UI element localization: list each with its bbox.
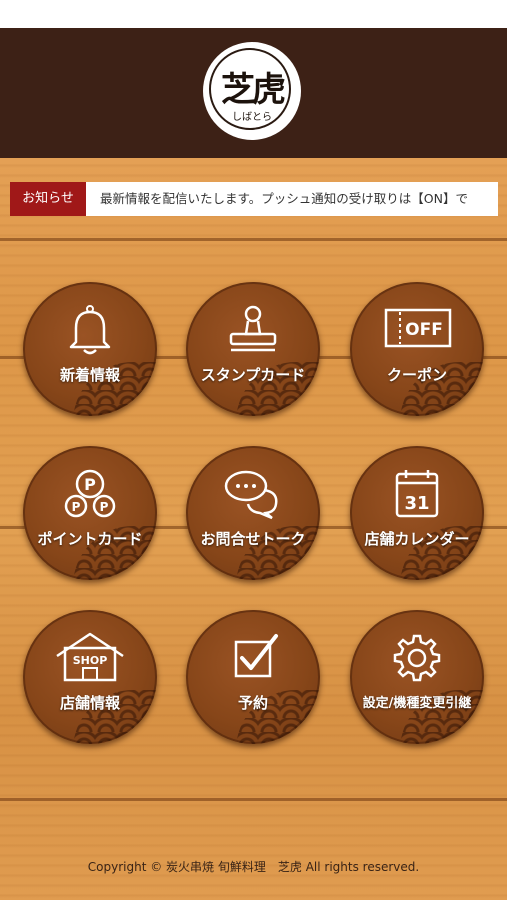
news-ticker[interactable]: お知らせ 最新情報を配信いたします。プッシュ通知の受け取りは【ON】で xyxy=(10,182,498,216)
menu-label: 店舗カレンダー xyxy=(364,530,470,548)
menu-reservation-button[interactable]: 予約 xyxy=(186,610,320,744)
menu-label: お問合せトーク xyxy=(200,530,306,548)
checkbox-icon xyxy=(234,634,278,678)
menu-label: 設定/機種変更引継 xyxy=(362,696,472,711)
menu-point-card-button[interactable]: P P P ポイントカード xyxy=(23,446,157,580)
menu-label: スタンプカード xyxy=(200,366,306,384)
plank-divider xyxy=(0,238,507,241)
menu-stamp-card-button[interactable]: スタンプカード xyxy=(186,282,320,416)
logo-sub-text: しばとら xyxy=(232,112,272,123)
coupon-icon-text: OFF xyxy=(405,320,443,340)
menu-label: クーポン xyxy=(386,366,447,384)
shop-logo: 芝虎 しばとら xyxy=(203,42,301,140)
menu-label: ポイントカード xyxy=(37,530,143,548)
gear-icon xyxy=(393,634,441,682)
menu-label: 予約 xyxy=(237,694,268,712)
calendar-icon: 31 xyxy=(395,470,439,518)
menu-inquiry-talk-button[interactable]: お問合せトーク xyxy=(186,446,320,580)
stamp-icon xyxy=(229,305,277,352)
menu-coupon-button[interactable]: OFF クーポン xyxy=(350,282,484,416)
points-icon-text: P xyxy=(84,475,96,494)
copyright-text: Copyright © 炭火串焼 旬鮮料理 芝虎 All rights rese… xyxy=(87,860,420,874)
menu-shop-info-button[interactable]: SHOP 店舗情報 xyxy=(23,610,157,744)
shop-icon-text: SHOP xyxy=(73,654,108,667)
news-tag: お知らせ xyxy=(10,182,86,216)
points-icon-text: P xyxy=(100,500,109,514)
plank-divider xyxy=(0,798,507,801)
calendar-icon-text: 31 xyxy=(404,493,429,514)
status-bar-area xyxy=(0,0,507,28)
chat-icon xyxy=(224,470,278,520)
menu-calendar-button[interactable]: 31 店舗カレンダー xyxy=(350,446,484,580)
bell-icon xyxy=(69,305,111,355)
menu-settings-button[interactable]: 設定/機種変更引継 xyxy=(350,610,484,744)
menu-label: 新着情報 xyxy=(59,366,120,384)
points-icon-text: P xyxy=(72,500,81,514)
menu-label: 店舗情報 xyxy=(59,694,120,712)
news-text: 最新情報を配信いたします。プッシュ通知の受け取りは【ON】で xyxy=(100,191,468,206)
logo-main-text: 芝虎 xyxy=(221,70,286,110)
points-icon: P P P xyxy=(64,469,116,518)
coupon-icon: OFF xyxy=(384,308,452,348)
menu-news-button[interactable]: 新着情報 xyxy=(23,282,157,416)
shop-icon: SHOP xyxy=(56,632,124,682)
